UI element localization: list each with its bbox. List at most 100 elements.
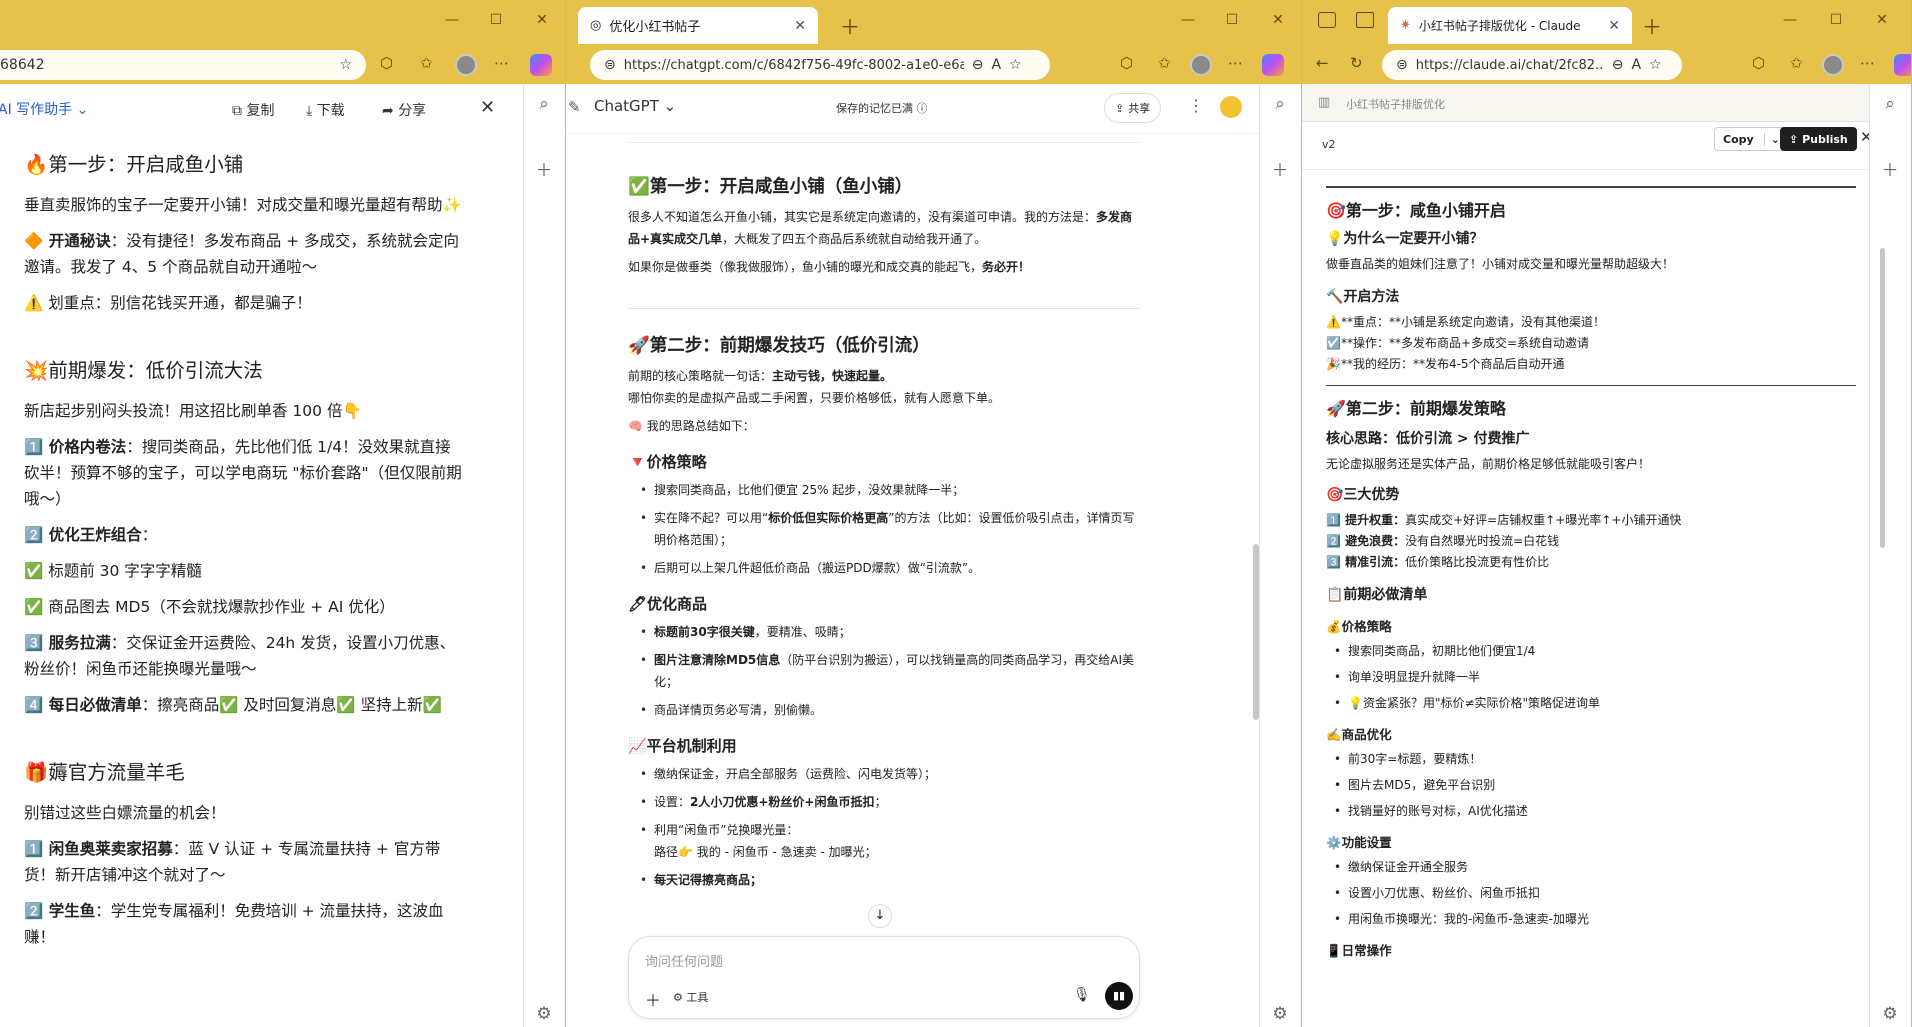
paragraph: ✅ 商品图去 MD5（不会就找爆款抄作业 + AI 优化） [24,598,395,616]
minimize-icon[interactable]: — [442,12,462,28]
favorites-icon[interactable]: ✩ [1158,54,1171,72]
add-icon[interactable]: ＋ [534,156,554,181]
back-icon[interactable]: ← [1316,54,1329,72]
sidebar-strip: ⌕ ＋ ⚙ [523,84,565,1027]
model-selector[interactable]: ChatGPT ⌄ [594,97,676,115]
voice-mode-icon[interactable]: ▮▮ [1105,982,1133,1010]
search-icon[interactable]: ⌕ [1880,94,1900,114]
address-bar: 68642 ☆ ⬡ ✩ ⋯ [0,44,565,84]
maximize-icon[interactable]: ☐ [486,12,506,28]
profile-avatar[interactable] [1822,54,1844,76]
publish-button[interactable]: ⇪ Publish [1780,127,1857,151]
text-bold: 主动亏钱，快速起量。 [772,369,893,383]
profile-avatar[interactable] [455,54,477,76]
settings-icon[interactable]: ⚙ [1270,1004,1290,1024]
text-bold: 标价低但实际价格更高 [768,511,889,525]
memory-status[interactable]: 保存的记忆已满 ⓘ [836,100,928,116]
site-info-icon[interactable]: ⊜ [1396,57,1408,73]
attach-icon[interactable]: ＋ [645,987,661,1011]
chat-input-box: 询问任何问题 ＋ ⚙ 工具 🎙 ▮▮ [628,936,1140,1019]
address-bar: ← ↻ ⊜ https://claude.ai/chat/2fc82... ⊖ … [1302,44,1911,84]
share-button[interactable]: ⇪ 共享 [1104,93,1162,123]
add-icon[interactable]: ＋ [1270,156,1290,181]
favorite-star-icon[interactable]: ☆ [339,57,352,73]
tools-button[interactable]: ⚙ 工具 [673,989,708,1005]
more-menu-icon[interactable]: ⋯ [1860,54,1875,72]
refresh-icon[interactable]: ↻ [1350,54,1363,72]
version-label[interactable]: v2 [1322,138,1336,151]
article-content: 🔥第一步：开启咸鱼小铺 垂直卖服饰的宝子一定要开小铺！对成交量和曝光量超有帮助✨… [24,148,464,960]
maximize-icon[interactable]: ☐ [1826,12,1846,28]
close-window-icon[interactable]: ✕ [1268,12,1288,28]
tab-chatgpt[interactable]: ◎ 优化小红书帖子 ✕ [578,7,818,44]
copilot-icon[interactable] [1894,54,1911,76]
profile-avatar[interactable] [1190,54,1212,76]
title-bar: — ☐ ✕ [0,0,565,44]
platform-list: 缴纳保证金，开启全部服务（运费险、闪电发货等）； 设置：2人小刀优惠+粉丝价+闲… [628,763,1140,891]
group-title: 📱日常操作 [1326,943,1392,958]
microphone-icon[interactable]: 🎙 [1073,987,1091,1003]
minimize-icon[interactable]: — [1780,12,1800,28]
extensions-icon[interactable]: ⬡ [1120,54,1133,72]
zoom-icon[interactable]: ⊖ [1612,57,1624,73]
extensions-icon[interactable]: ⬡ [380,54,393,72]
more-menu-icon[interactable]: ⋯ [1228,54,1243,72]
model-name: ChatGPT [594,97,659,115]
subsection-title: 🔻价格策略 [628,453,707,471]
list-item: 搜索同类商品，比他们便宜 25% 起步，没效果就降一半； [640,479,1140,501]
more-menu-icon[interactable]: ⋯ [494,54,509,72]
close-panel-icon[interactable]: ✕ [480,97,495,118]
read-aloud-icon[interactable]: A [1631,57,1641,73]
favorites-icon[interactable]: ✩ [1790,54,1803,72]
tab-actions-icon[interactable] [1356,12,1374,28]
maximize-icon[interactable]: ☐ [1222,12,1242,28]
share-button[interactable]: ➦ 分享 [382,100,426,120]
url-field[interactable]: ⊜ https://claude.ai/chat/2fc82... ⊖ A ☆ [1382,50,1682,80]
close-tab-icon[interactable]: ✕ [794,18,806,34]
tab-claude[interactable]: ✷ 小红书帖子排版优化 - Claude ✕ [1388,7,1632,44]
close-tab-icon[interactable]: ✕ [1608,18,1620,34]
browser-window-left: — ☐ ✕ 68642 ☆ ⬡ ✩ ⋯ ⌕ ＋ ⚙ AI 写作助手 ⌄ ⧉ 复制… [0,0,566,1027]
scrollbar[interactable] [1253,544,1259,720]
workspaces-icon[interactable] [1318,12,1336,28]
copilot-icon[interactable] [530,54,552,76]
chat-input[interactable]: 询问任何问题 [645,951,723,970]
text: 真实成交+好评=店铺权重↑+曝光率↑+小铺开通快 [1405,513,1682,527]
scroll-down-icon[interactable]: ↓ [868,904,892,928]
url-field[interactable]: ⊜ https://chatgpt.com/c/6842f756-49fc-80… [590,50,1050,80]
read-aloud-icon[interactable]: A [991,57,1001,73]
settings-icon[interactable]: ⚙ [1880,1004,1900,1024]
add-icon[interactable]: ＋ [1880,156,1900,181]
scrollbar[interactable] [1880,248,1885,548]
label: 4️⃣ 每日必做清单 [24,696,142,714]
extensions-icon[interactable]: ⬡ [1752,54,1765,72]
assistant-dropdown[interactable]: AI 写作助手 ⌄ [0,99,88,119]
favorites-icon[interactable]: ✩ [420,54,433,72]
search-icon[interactable]: ⌕ [534,94,554,114]
chevron-down-icon[interactable]: ⌄ [1763,132,1780,146]
copy-button[interactable]: Copy ⌄ [1714,127,1789,151]
minimize-icon[interactable]: — [1178,12,1198,28]
edit-icon[interactable]: ✎ [568,98,581,116]
copy-button[interactable]: ⧉ 复制 [232,100,274,120]
favorite-star-icon[interactable]: ☆ [1009,57,1022,73]
copilot-icon[interactable] [1262,54,1284,76]
list-item: 设置：2人小刀优惠+粉丝价+闲鱼币抵扣； [640,791,1140,813]
zoom-icon[interactable]: ⊖ [972,57,984,73]
list-item: 找销量好的账号对标，AI优化描述 [1334,801,1856,822]
user-avatar[interactable] [1220,96,1242,118]
close-window-icon[interactable]: ✕ [532,12,552,28]
breadcrumb[interactable]: 小红书帖子排版优化 [1346,96,1445,112]
new-tab-icon[interactable]: ＋ [1642,11,1662,40]
url-field[interactable]: 68642 ☆ [0,50,366,80]
new-tab-icon[interactable]: ＋ [840,11,860,40]
text: ，要精准、吸睛； [754,625,851,639]
close-window-icon[interactable]: ✕ [1872,12,1892,28]
search-icon[interactable]: ⌕ [1270,94,1290,114]
sidebar-toggle-icon[interactable]: ▥ [1318,95,1330,110]
settings-icon[interactable]: ⚙ [534,1004,554,1024]
favorite-star-icon[interactable]: ☆ [1649,57,1662,73]
site-info-icon[interactable]: ⊜ [604,57,616,73]
more-options-icon[interactable]: ⋮ [1188,96,1204,115]
download-button[interactable]: ⤓ 下载 [306,100,345,120]
